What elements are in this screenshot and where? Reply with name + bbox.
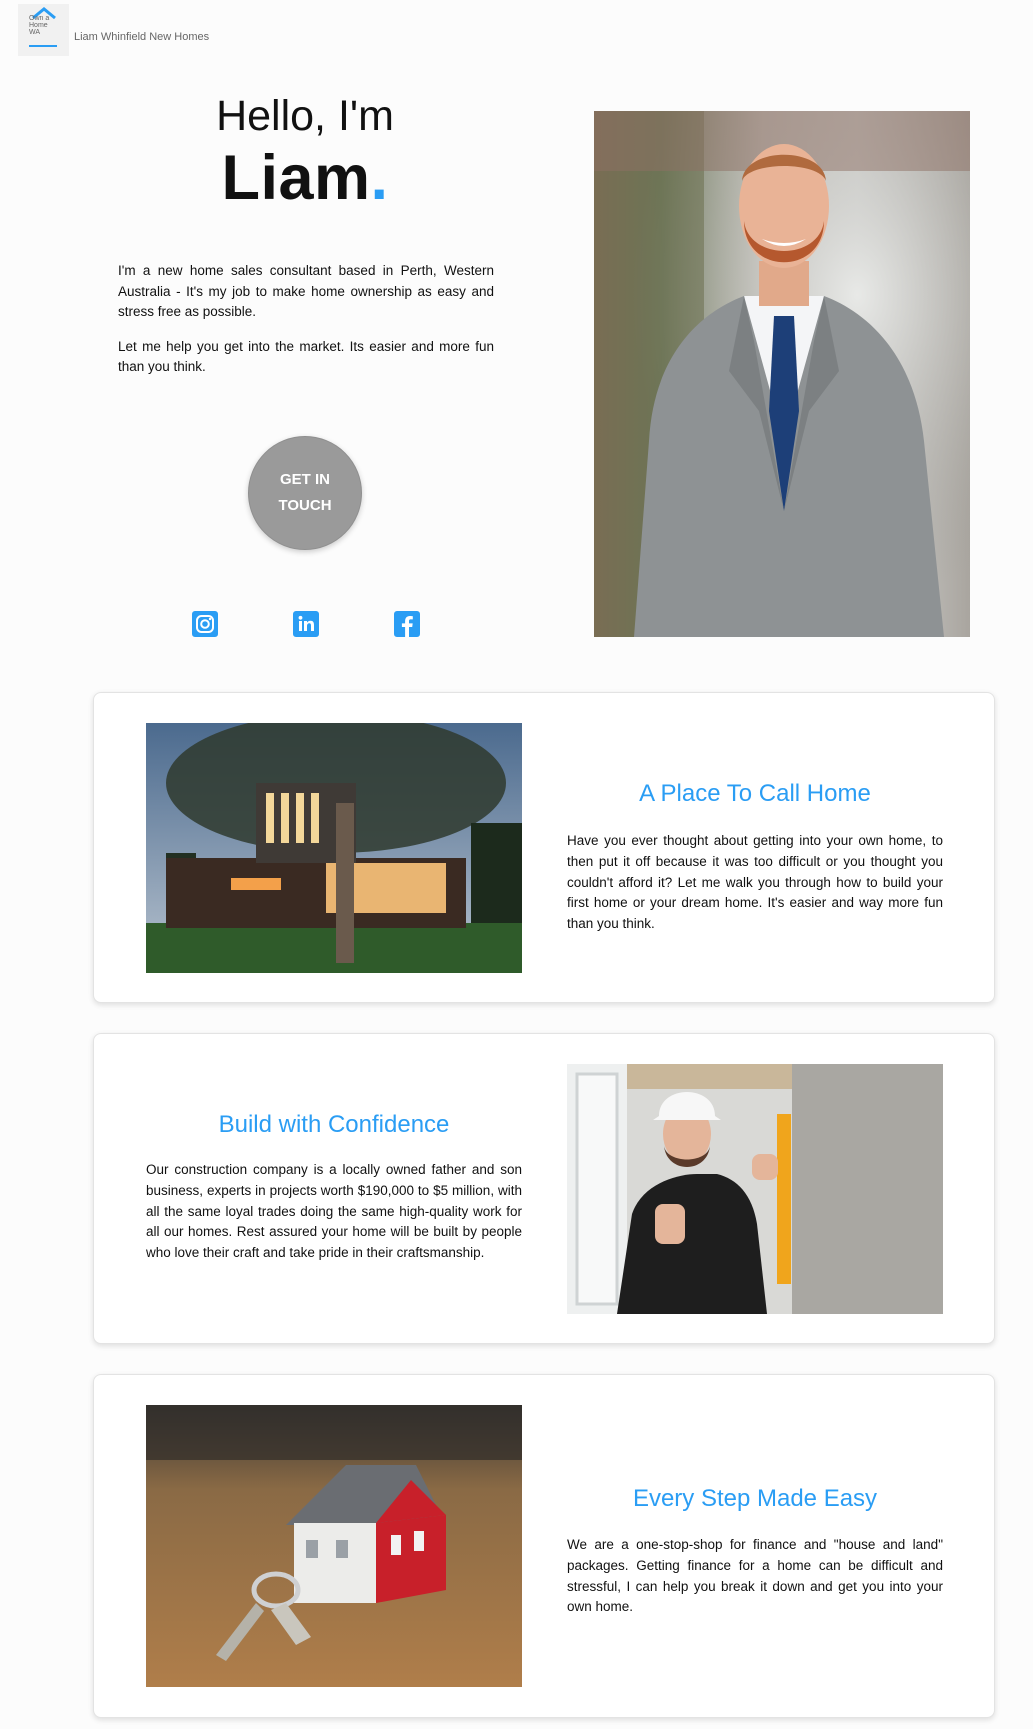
linkedin-icon[interactable] xyxy=(293,611,319,637)
site-logo[interactable]: Own a Home WA xyxy=(18,4,69,56)
section-text: Our construction company is a locally ow… xyxy=(146,1162,522,1261)
section-text: Have you ever thought about getting into… xyxy=(567,833,943,932)
logo-wordmark: Own a Home WA xyxy=(29,15,50,36)
instagram-icon[interactable] xyxy=(192,611,218,637)
hero-intro: I'm a new home sales consultant based in… xyxy=(118,261,494,392)
get-in-touch-label: GET IN TOUCH xyxy=(278,471,332,514)
section-title: Every Step Made Easy xyxy=(632,1485,878,1512)
portrait-illustration xyxy=(594,111,970,637)
logo-underline xyxy=(29,45,57,47)
section-card-home: A Place To Call Home Have you ever thoug… xyxy=(93,692,995,1003)
site-name[interactable]: Liam Whinfield New Homes xyxy=(74,31,209,43)
modern-house-photo xyxy=(146,723,522,973)
section-title: Build with Confidence xyxy=(218,1111,450,1138)
house-model-keys-photo xyxy=(146,1405,522,1687)
builder-photo xyxy=(567,1064,943,1314)
intro-paragraph: Let me help you get into the market. Its… xyxy=(118,338,494,375)
hero-name: Liam. xyxy=(221,143,389,213)
get-in-touch-button[interactable]: GET IN TOUCH xyxy=(248,436,362,550)
hero-greeting: Hello, I'm xyxy=(216,92,394,140)
hero-portrait-photo xyxy=(594,111,970,637)
section-card-build: Build with Confidence Our construction c… xyxy=(93,1033,995,1344)
name-accent-dot: . xyxy=(370,143,389,213)
section-card-easy: Every Step Made Easy We are a one-stop-s… xyxy=(93,1374,995,1718)
facebook-icon[interactable] xyxy=(394,611,420,637)
intro-paragraph: I'm a new home sales consultant based in… xyxy=(118,263,494,319)
section-title: A Place To Call Home xyxy=(639,780,871,807)
section-text: We are a one-stop-shop for finance and "… xyxy=(567,1537,943,1615)
